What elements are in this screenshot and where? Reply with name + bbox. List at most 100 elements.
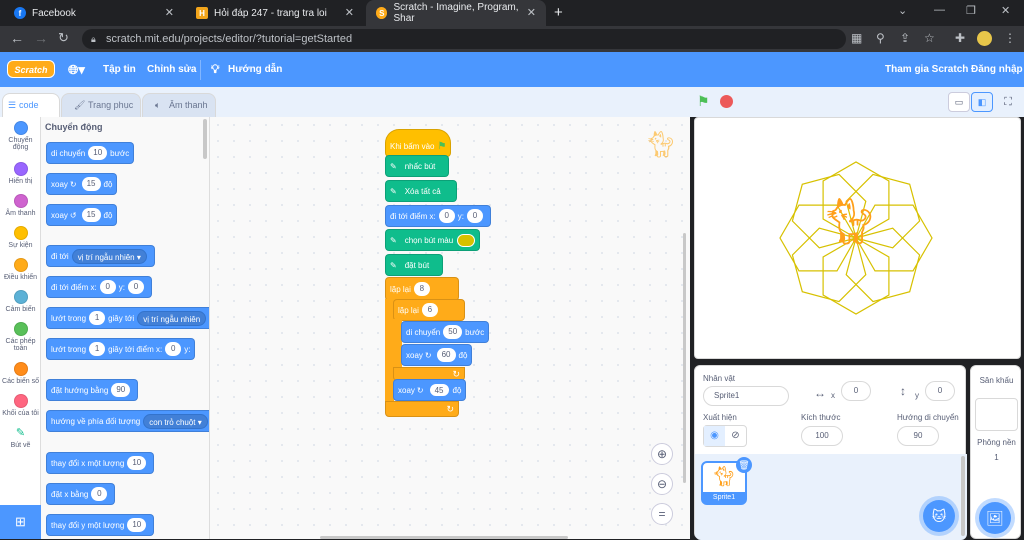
block-glide-xy[interactable]: lướt trong 1 giây tới điểm x: 0 y: — [46, 338, 196, 360]
block-input[interactable]: 50 — [443, 325, 463, 339]
block-input[interactable]: 45 — [428, 383, 450, 397]
restore-icon[interactable]: ❐ — [966, 4, 976, 17]
reload-icon[interactable]: ↻ — [58, 30, 69, 46]
block-input[interactable]: 0 — [127, 280, 144, 294]
new-tab-icon[interactable]: + — [554, 4, 563, 21]
block-goto[interactable]: đi tới vị trí ngẫu nhiên ▾ — [46, 245, 155, 267]
category-sensing[interactable]: Cảm biến — [0, 290, 41, 313]
block-input[interactable]: 0 — [466, 209, 483, 223]
back-icon[interactable]: ← — [10, 30, 24, 46]
stage-thumbnail[interactable] — [975, 398, 1018, 431]
category-operators[interactable]: Các phép toán — [0, 322, 41, 352]
block-input[interactable]: 15 — [81, 177, 101, 191]
block-input[interactable]: 15 — [81, 208, 101, 222]
block-turn-right[interactable]: xoay ↻ 45 độ — [393, 379, 467, 401]
block-input[interactable]: 0 — [438, 209, 455, 223]
script-workspace[interactable]: 🐈︎ Khi bấm vào ⚑ ✎ nhấc bút ✎ Xóa tất cả đi… — [210, 117, 690, 539]
url-field[interactable]: 🔒︎ scratch.mit.edu/projects/editor/?tuto… — [82, 29, 846, 49]
block-pen-down[interactable]: ✎ đặt bút — [385, 254, 443, 276]
extensions-icon[interactable]: ✚ — [955, 31, 965, 45]
block-move[interactable]: di chuyển 50 bước — [401, 321, 490, 343]
block-input[interactable]: 10 — [127, 518, 147, 532]
zoom-out-button[interactable]: ⊖ — [651, 473, 673, 495]
fullscreen-icon[interactable]: ⛶ — [998, 92, 1018, 112]
zoom-reset-button[interactable]: = — [651, 503, 673, 525]
close-tab-icon[interactable]: ✕ — [527, 6, 536, 19]
language-globe-icon[interactable]: 🌐︎▾ — [68, 52, 85, 87]
category-looks[interactable]: Hiển thị — [0, 162, 41, 185]
block-dropdown[interactable]: vị trí ngẫu nhiên — [137, 310, 207, 326]
tab-scratch[interactable]: S Scratch - Imagine, Program, Shar ✕ — [366, 0, 546, 26]
block-pen-up[interactable]: ✎ nhấc bút — [385, 155, 449, 177]
delete-sprite-icon[interactable]: 🗑︎ — [736, 457, 752, 473]
show-eye-icon[interactable]: ◉ — [704, 426, 725, 446]
translate-icon[interactable]: ▦ — [851, 31, 862, 45]
color-swatch[interactable] — [457, 233, 476, 247]
close-tab-icon[interactable]: ✕ — [165, 6, 174, 19]
add-extension-button[interactable]: ⊞ — [0, 505, 41, 539]
block-set-x[interactable]: đặt x bằng 0 — [46, 483, 116, 505]
tab-search-icon[interactable]: ⌄ — [898, 4, 907, 17]
more-menu-icon[interactable]: ⋮ — [1004, 31, 1016, 45]
category-pen[interactable]: ✎ Bút vẽ — [0, 426, 41, 449]
size-field[interactable]: 100 — [801, 426, 843, 446]
block-input[interactable]: 1 — [89, 342, 106, 356]
block-turn-right[interactable]: xoay ↻ 60 độ — [401, 344, 473, 366]
tab-facebook[interactable]: f Facebook ✕ — [4, 0, 184, 26]
tab-code[interactable]: ☰ code — [2, 93, 60, 117]
stop-icon[interactable] — [720, 95, 733, 108]
workspace-v-scrollbar[interactable] — [683, 233, 686, 483]
category-myblocks[interactable]: Khối của tôi — [0, 394, 41, 417]
scratch-logo[interactable]: Scratch — [7, 60, 55, 78]
profile-avatar[interactable] — [977, 31, 992, 46]
block-input[interactable]: 10 — [88, 146, 108, 160]
block-input[interactable]: 60 — [436, 348, 456, 362]
block-change-y[interactable]: thay đổi y một lượng 10 — [46, 514, 155, 536]
tab-sounds[interactable]: 🔈︎ Âm thanh — [142, 93, 216, 117]
choose-backdrop-button[interactable]: 🖼︎ — [979, 502, 1011, 534]
minimize-icon[interactable]: — — [934, 4, 945, 16]
block-input[interactable]: 10 — [127, 456, 147, 470]
block-input[interactable]: 0 — [91, 487, 108, 501]
block-erase-all[interactable]: ✎ Xóa tất cả — [385, 180, 457, 202]
block-input[interactable]: 90 — [111, 383, 131, 397]
normal-stage-icon[interactable]: ◧ — [971, 92, 993, 112]
tutorials-menu[interactable]: Hướng dẫn — [228, 52, 282, 87]
category-events[interactable]: Sự kiện — [0, 226, 41, 249]
block-goto-xy[interactable]: đi tới điểm x: 0 y: 0 — [385, 205, 491, 227]
green-flag-icon[interactable]: ⚑ — [697, 93, 710, 110]
block-set-pen-color[interactable]: ✎ chọn bút màu — [385, 229, 481, 251]
tab-hoidap[interactable]: H Hỏi đáp 247 - trang tra loi ✕ — [186, 0, 364, 26]
tab-costumes[interactable]: 🖌︎ Trang phục — [61, 93, 141, 117]
block-input[interactable]: 0 — [165, 342, 182, 356]
share-icon[interactable]: ⇪ — [900, 31, 910, 45]
block-turn-left[interactable]: xoay ↺ 15 độ — [46, 204, 118, 226]
zoom-in-button[interactable]: ⊕ — [651, 443, 673, 465]
block-turn-right[interactable]: xoay ↻ 15 độ — [46, 173, 118, 195]
choose-sprite-button[interactable]: 🐱︎ — [923, 500, 955, 532]
block-goto-xy[interactable]: đi tới điểm x: 0 y: 0 — [46, 276, 152, 298]
close-tab-icon[interactable]: ✕ — [345, 6, 354, 19]
forward-icon[interactable]: → — [34, 30, 48, 46]
signin-link[interactable]: Đăng nhập — [971, 52, 1023, 87]
palette-scrollbar[interactable] — [203, 119, 207, 159]
edit-menu[interactable]: Chỉnh sửa — [147, 52, 196, 87]
y-field[interactable]: 0 — [925, 381, 955, 401]
block-input[interactable]: 0 — [99, 280, 116, 294]
stage-target-pane[interactable]: Sân khấu Phông nền 1 🖼︎ — [970, 365, 1021, 539]
block-point-towards[interactable]: hướng về phía đối tượng con trỏ chuột ▾ — [46, 410, 209, 432]
block-input[interactable]: 1 — [89, 311, 106, 325]
x-field[interactable]: 0 — [841, 381, 871, 401]
category-variables[interactable]: Các biến số — [0, 362, 41, 385]
stage-canvas[interactable]: 🐈︎ — [694, 117, 1021, 359]
direction-field[interactable]: 90 — [897, 426, 939, 446]
join-scratch-link[interactable]: Tham gia Scratch — [885, 52, 968, 87]
block-change-x[interactable]: thay đổi x một lượng 10 — [46, 452, 155, 474]
category-sound[interactable]: Âm thanh — [0, 194, 41, 217]
sprite-list-scrollbar[interactable] — [961, 456, 965, 536]
sprite-cat-icon[interactable]: 🐈︎ — [820, 198, 878, 244]
sprite-name-field[interactable]: Sprite1 — [703, 386, 789, 406]
block-input[interactable]: 8 — [413, 282, 430, 296]
close-window-icon[interactable]: ✕ — [1001, 4, 1010, 17]
block-dropdown[interactable]: con trỏ chuột ▾ — [143, 413, 208, 429]
